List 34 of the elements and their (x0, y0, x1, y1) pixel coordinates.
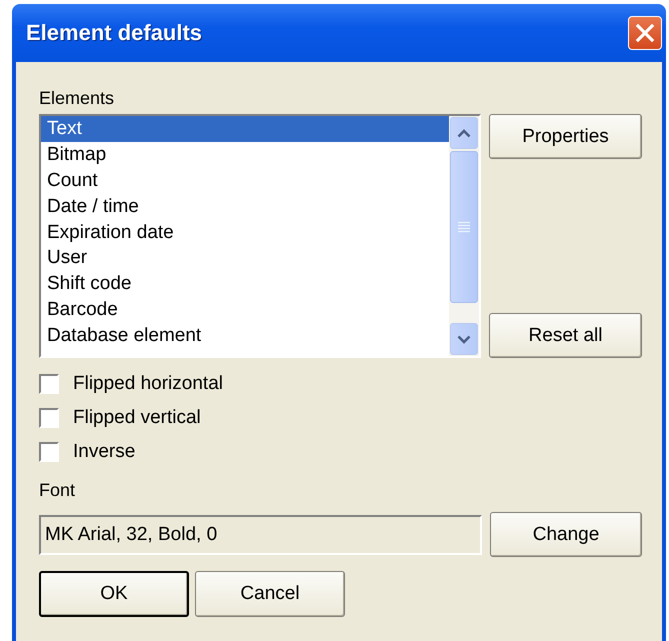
list-item[interactable]: Text (41, 116, 449, 142)
change-button[interactable]: Change (490, 512, 642, 557)
checkbox[interactable] (39, 442, 59, 462)
list-item[interactable]: Date / time (41, 194, 449, 220)
close-button[interactable] (628, 16, 662, 50)
list-item[interactable]: Database element (41, 323, 449, 350)
list-item[interactable]: Shift code (41, 271, 449, 298)
font-label: Font (39, 480, 76, 502)
grip-icon (458, 221, 470, 233)
chevron-down-icon (457, 334, 471, 344)
list-item[interactable]: Expiration date (41, 220, 449, 246)
checkbox[interactable] (39, 374, 59, 394)
list-item[interactable]: Count (41, 168, 449, 194)
window-title: Element defaults (26, 20, 202, 46)
scroll-up-button[interactable] (450, 117, 478, 149)
properties-button[interactable]: Properties (489, 114, 642, 159)
elements-list[interactable]: Text Bitmap Count Date / time Expiration date User Shift code Barcode Database element (39, 114, 481, 358)
list-item[interactable]: User (41, 245, 449, 272)
list-item[interactable]: Bitmap (41, 142, 449, 168)
dialog-button[interactable]: OK (39, 571, 189, 617)
checkbox-label: Flipped vertical (73, 407, 201, 429)
checkbox-label: Flipped horizontal (73, 373, 223, 395)
scrollbar[interactable] (449, 116, 479, 356)
checkbox[interactable] (39, 408, 59, 428)
dialog-button[interactable]: Cancel (195, 571, 345, 617)
scroll-down-button[interactable] (450, 323, 478, 355)
chevron-up-icon (457, 128, 471, 138)
section-label: Elements (39, 88, 116, 110)
font-field: MK Arial, 32, Bold, 0 (39, 514, 482, 554)
close-icon (634, 22, 656, 44)
checkbox-label: Inverse (73, 441, 136, 463)
reset-all-button[interactable]: Reset all (489, 313, 642, 358)
scroll-thumb[interactable] (450, 151, 478, 303)
list-item[interactable]: Barcode (41, 297, 449, 324)
